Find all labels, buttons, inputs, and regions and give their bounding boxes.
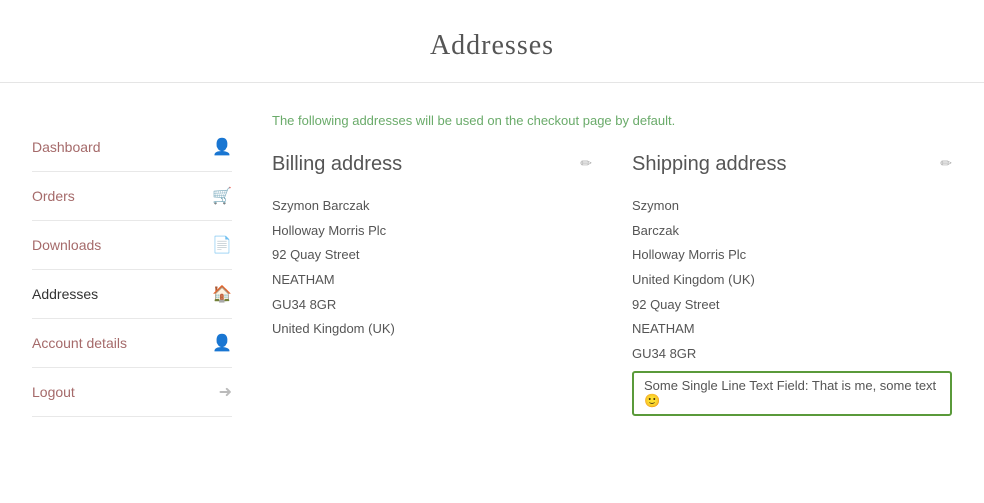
billing-address-line: Holloway Morris Plc: [272, 219, 592, 244]
addresses-grid: Billing address ✏ Szymon BarczakHolloway…: [272, 153, 952, 416]
billing-address-line: 92 Quay Street: [272, 243, 592, 268]
page-title: Addresses: [0, 30, 984, 62]
sidebar-item-downloads[interactable]: Downloads 📄: [32, 221, 232, 270]
shipping-title: Shipping address: [632, 153, 787, 176]
billing-title: Billing address: [272, 153, 402, 176]
sidebar: Dashboard 👤 Orders 🛒 Downloads 📄 Addresses 🏠 Acc…: [32, 123, 232, 417]
sidebar-item-logout[interactable]: Logout ➜: [32, 368, 232, 417]
shipping-address-line: Szymon: [632, 194, 952, 219]
sidebar-item-addresses[interactable]: Addresses 🏠: [32, 270, 232, 319]
sidebar-item-label: Addresses: [32, 286, 98, 302]
sidebar-item-label: Logout: [32, 384, 75, 400]
sidebar-item-label: Downloads: [32, 237, 101, 253]
sidebar-item-icon: 👤: [212, 137, 232, 157]
billing-address-column: Billing address ✏ Szymon BarczakHolloway…: [272, 153, 592, 416]
sidebar-item-icon: 🏠: [212, 284, 232, 304]
sidebar-item-icon: 🛒: [212, 186, 232, 206]
billing-address-line: United Kingdom (UK): [272, 317, 592, 342]
sidebar-item-label: Dashboard: [32, 139, 101, 155]
shipping-address-column: Shipping address ✏ SzymonBarczakHolloway…: [632, 153, 952, 416]
billing-address-lines: Szymon BarczakHolloway Morris Plc92 Quay…: [272, 194, 592, 342]
sidebar-item-dashboard[interactable]: Dashboard 👤: [32, 123, 232, 172]
shipping-address-line: GU34 8GR: [632, 342, 952, 367]
billing-address-line: Szymon Barczak: [272, 194, 592, 219]
shipping-address-line: NEATHAM: [632, 317, 952, 342]
shipping-address-line: United Kingdom (UK): [632, 268, 952, 293]
main-content: Dashboard 👤 Orders 🛒 Downloads 📄 Addresses 🏠 Acc…: [12, 83, 972, 447]
billing-address-line: GU34 8GR: [272, 293, 592, 318]
page-header: Addresses: [0, 0, 984, 83]
shipping-header: Shipping address ✏: [632, 153, 952, 176]
billing-address-line: NEATHAM: [272, 268, 592, 293]
sidebar-item-icon: 📄: [212, 235, 232, 255]
custom-field-box: Some Single Line Text Field: That is me,…: [632, 371, 952, 416]
sidebar-item-orders[interactable]: Orders 🛒: [32, 172, 232, 221]
shipping-address-line: Barczak: [632, 219, 952, 244]
sidebar-item-label: Orders: [32, 188, 75, 204]
sidebar-item-label: Account details: [32, 335, 127, 351]
content-area: The following addresses will be used on …: [272, 113, 952, 417]
sidebar-item-icon: 👤: [212, 333, 232, 353]
shipping-address-lines: SzymonBarczakHolloway Morris PlcUnited K…: [632, 194, 952, 367]
sidebar-item-account-details[interactable]: Account details 👤: [32, 319, 232, 368]
shipping-edit-icon[interactable]: ✏: [940, 156, 952, 173]
shipping-address-line: Holloway Morris Plc: [632, 243, 952, 268]
billing-edit-icon[interactable]: ✏: [580, 156, 592, 173]
billing-header: Billing address ✏: [272, 153, 592, 176]
sidebar-item-icon: ➜: [219, 382, 232, 402]
info-text: The following addresses will be used on …: [272, 113, 952, 128]
shipping-address-line: 92 Quay Street: [632, 293, 952, 318]
